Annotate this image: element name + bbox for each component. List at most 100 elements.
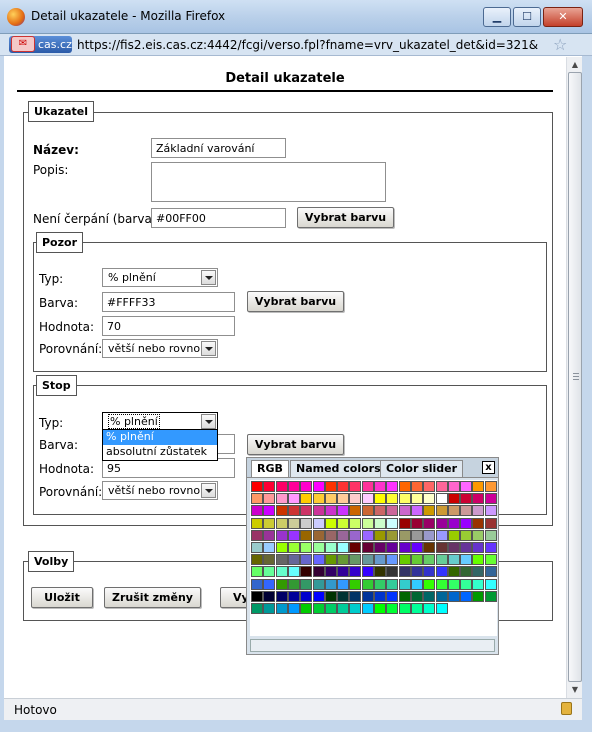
site-identity-badge[interactable]: ✉ cas.cz xyxy=(9,36,72,53)
pozor-barva-input[interactable]: #FFFF33 xyxy=(102,292,235,312)
bookmark-star-icon[interactable]: ☆ xyxy=(553,35,567,54)
color-swatch[interactable] xyxy=(472,493,485,505)
color-swatch[interactable] xyxy=(374,590,386,602)
color-swatch[interactable] xyxy=(374,554,386,566)
color-swatch[interactable] xyxy=(460,566,473,578)
color-swatch[interactable] xyxy=(423,493,436,505)
color-swatch[interactable] xyxy=(386,505,399,517)
color-swatch[interactable] xyxy=(435,578,448,590)
color-swatch[interactable] xyxy=(374,542,386,553)
color-swatch[interactable] xyxy=(263,517,276,529)
color-swatch[interactable] xyxy=(349,578,362,590)
color-swatch[interactable] xyxy=(312,481,325,492)
color-swatch[interactable] xyxy=(337,493,350,505)
pozor-typ-select[interactable]: % plnění xyxy=(102,268,218,287)
color-swatch[interactable] xyxy=(398,517,411,529)
color-swatch[interactable] xyxy=(484,566,497,578)
color-swatch[interactable] xyxy=(251,505,263,517)
color-swatch[interactable] xyxy=(312,505,325,517)
color-swatch[interactable] xyxy=(275,517,288,529)
stop-hodnota-input[interactable]: 95 xyxy=(102,458,235,478)
color-swatch[interactable] xyxy=(263,566,276,578)
color-swatch[interactable] xyxy=(423,566,436,578)
lock-icon[interactable] xyxy=(561,702,572,715)
dropdown-option[interactable]: absolutní zůstatek xyxy=(103,445,217,460)
color-swatch[interactable] xyxy=(287,481,300,492)
close-icon[interactable]: x xyxy=(482,461,495,474)
color-swatch[interactable] xyxy=(386,554,399,566)
color-swatch[interactable] xyxy=(275,603,288,614)
color-swatch[interactable] xyxy=(398,481,411,492)
color-swatch[interactable] xyxy=(337,590,350,602)
color-swatch[interactable] xyxy=(263,578,276,590)
color-swatch[interactable] xyxy=(423,517,436,529)
dropdown-option[interactable]: % plnění xyxy=(103,430,217,445)
color-swatch[interactable] xyxy=(287,554,300,566)
color-swatch[interactable] xyxy=(275,542,288,553)
color-swatch[interactable] xyxy=(324,542,337,553)
color-swatch[interactable] xyxy=(447,554,460,566)
color-swatch[interactable] xyxy=(251,566,263,578)
color-swatch[interactable] xyxy=(447,542,460,553)
color-swatch[interactable] xyxy=(275,493,288,505)
color-swatch[interactable] xyxy=(263,590,276,602)
color-swatch[interactable] xyxy=(361,542,374,553)
color-swatch[interactable] xyxy=(386,603,399,614)
color-swatch[interactable] xyxy=(263,505,276,517)
color-swatch[interactable] xyxy=(447,493,460,505)
color-swatch[interactable] xyxy=(312,542,325,553)
color-swatch[interactable] xyxy=(435,554,448,566)
color-swatch[interactable] xyxy=(484,493,497,505)
color-swatch[interactable] xyxy=(472,578,485,590)
choose-color-button-main[interactable]: Vybrat barvu xyxy=(297,207,394,228)
color-swatch[interactable] xyxy=(275,554,288,566)
color-swatch[interactable] xyxy=(361,481,374,492)
color-swatch[interactable] xyxy=(410,529,423,541)
color-swatch[interactable] xyxy=(324,590,337,602)
color-swatch[interactable] xyxy=(312,529,325,541)
color-swatch[interactable] xyxy=(447,578,460,590)
color-swatch[interactable] xyxy=(361,554,374,566)
color-swatch[interactable] xyxy=(287,505,300,517)
color-swatch[interactable] xyxy=(251,554,263,566)
color-swatch[interactable] xyxy=(386,590,399,602)
color-swatch[interactable] xyxy=(386,566,399,578)
color-swatch[interactable] xyxy=(374,517,386,529)
color-swatch[interactable] xyxy=(324,493,337,505)
color-swatch[interactable] xyxy=(435,542,448,553)
scrollbar-thumb[interactable] xyxy=(568,72,582,682)
color-swatch[interactable] xyxy=(423,529,436,541)
color-swatch[interactable] xyxy=(398,529,411,541)
color-swatch[interactable] xyxy=(460,505,473,517)
color-swatch[interactable] xyxy=(447,566,460,578)
color-swatch[interactable] xyxy=(324,554,337,566)
color-swatch[interactable] xyxy=(300,554,313,566)
color-swatch[interactable] xyxy=(435,493,448,505)
color-swatch[interactable] xyxy=(312,578,325,590)
color-swatch[interactable] xyxy=(337,481,350,492)
color-swatch[interactable] xyxy=(263,554,276,566)
pozor-porovnani-select[interactable]: větší nebo rovno xyxy=(102,339,218,358)
color-swatch[interactable] xyxy=(398,590,411,602)
color-swatch[interactable] xyxy=(337,517,350,529)
color-swatch[interactable] xyxy=(312,566,325,578)
color-swatch[interactable] xyxy=(312,517,325,529)
color-swatch[interactable] xyxy=(374,566,386,578)
color-swatch[interactable] xyxy=(263,529,276,541)
color-swatch[interactable] xyxy=(460,493,473,505)
color-swatch[interactable] xyxy=(435,517,448,529)
color-swatch[interactable] xyxy=(251,542,263,553)
color-swatch[interactable] xyxy=(374,529,386,541)
color-swatch[interactable] xyxy=(349,554,362,566)
chevron-down-icon[interactable] xyxy=(201,270,216,285)
color-swatch[interactable] xyxy=(275,505,288,517)
color-swatch[interactable] xyxy=(251,590,263,602)
save-button[interactable]: Uložit xyxy=(31,587,93,608)
color-swatch[interactable] xyxy=(374,505,386,517)
color-swatch[interactable] xyxy=(472,590,485,602)
choose-color-button-pozor[interactable]: Vybrat barvu xyxy=(247,291,344,312)
stop-porovnani-select[interactable]: větší nebo rovno xyxy=(102,481,218,500)
color-swatch[interactable] xyxy=(251,578,263,590)
chevron-down-icon[interactable] xyxy=(201,341,216,356)
color-swatch[interactable] xyxy=(251,529,263,541)
